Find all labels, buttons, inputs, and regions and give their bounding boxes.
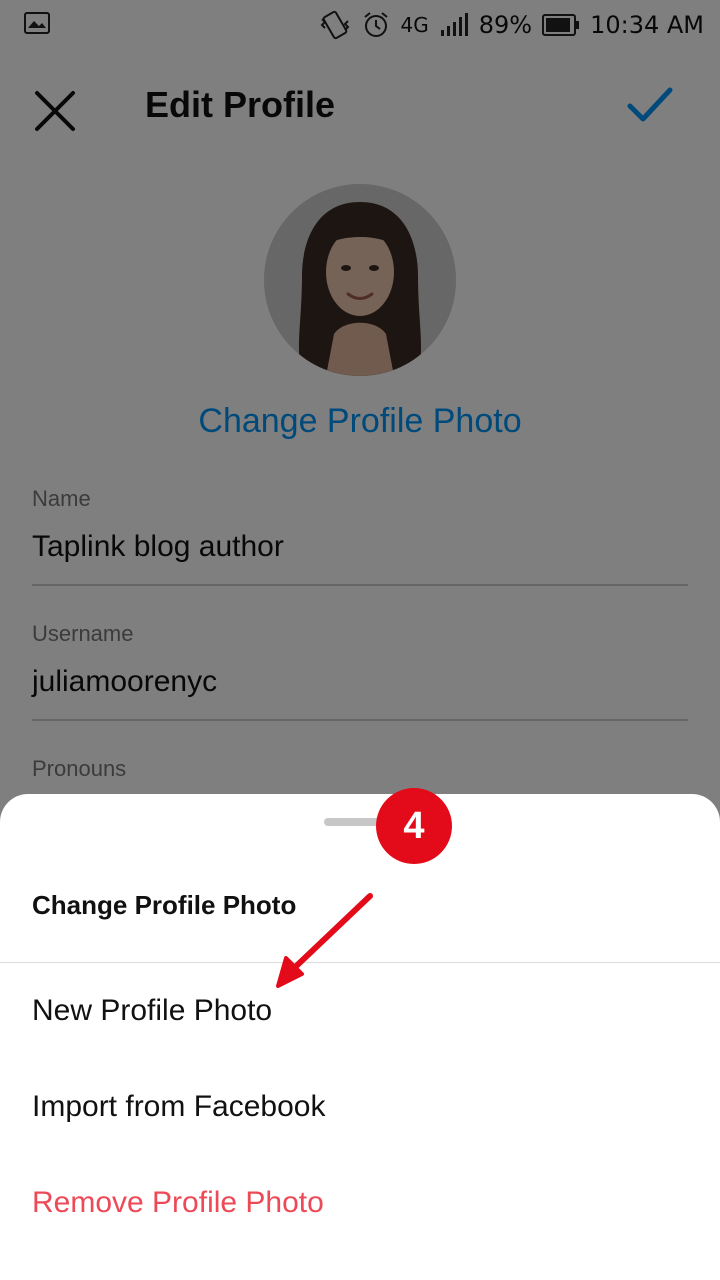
divider bbox=[0, 962, 720, 963]
sheet-title: Change Profile Photo bbox=[32, 890, 297, 920]
import-from-facebook-option[interactable]: Import from Facebook bbox=[32, 1090, 325, 1124]
bottom-sheet: Change Profile Photo New Profile Photo I… bbox=[0, 794, 720, 1280]
edit-profile-screen: 4G 89% 10:34 AM Edit Profile bbox=[0, 0, 720, 1280]
new-profile-photo-option[interactable]: New Profile Photo bbox=[32, 994, 272, 1028]
step-badge: 4 bbox=[376, 788, 452, 864]
remove-profile-photo-option[interactable]: Remove Profile Photo bbox=[32, 1186, 324, 1220]
